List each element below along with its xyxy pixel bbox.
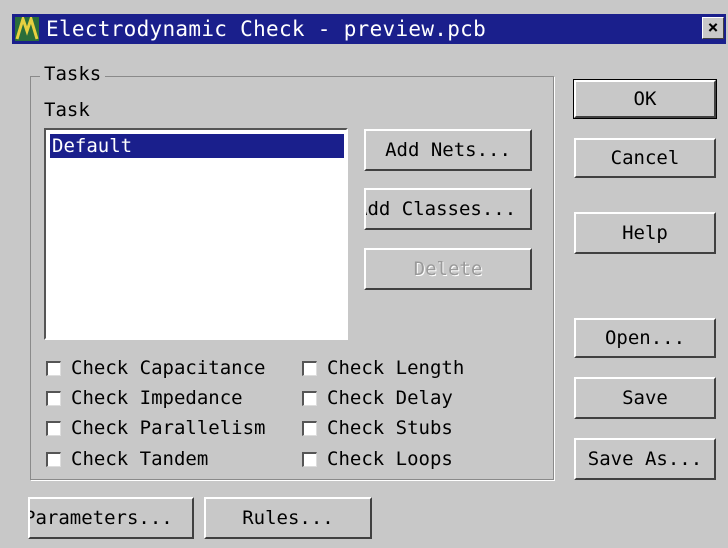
task-listbox[interactable]: Default: [44, 128, 348, 340]
check-stubs-label: Check Stubs: [327, 417, 453, 439]
rules-label: Rules...: [242, 507, 334, 529]
check-stubs-checkbox[interactable]: Check Stubs: [302, 415, 453, 441]
check-loops-label: Check Loops: [327, 448, 453, 470]
app-icon: [14, 16, 40, 42]
checkbox-box[interactable]: [302, 360, 317, 376]
check-capacitance-checkbox[interactable]: Check Capacitance: [46, 355, 285, 381]
cancel-label: Cancel: [610, 147, 680, 169]
close-button[interactable]: ×: [702, 17, 724, 39]
check-tandem-checkbox[interactable]: Check Tandem: [46, 446, 208, 472]
open-label: Open...: [604, 327, 686, 349]
check-delay-checkbox[interactable]: Check Delay: [302, 385, 453, 411]
add-nets-button[interactable]: Add Nets...: [364, 129, 532, 171]
check-length-checkbox[interactable]: Check Length: [302, 355, 464, 381]
help-label: Help: [622, 222, 668, 244]
parameters-button[interactable]: Parameters...: [28, 497, 194, 539]
add-classes-button[interactable]: Add Classes...: [364, 188, 532, 230]
save-button[interactable]: Save: [574, 377, 716, 419]
cancel-button[interactable]: Cancel: [574, 138, 716, 178]
task-label: Task: [44, 99, 90, 121]
check-loops-checkbox[interactable]: Check Loops: [302, 446, 453, 472]
check-impedance-checkbox[interactable]: Check Impedance: [46, 385, 243, 411]
add-nets-label: Add Nets...: [385, 139, 511, 161]
checkbox-box[interactable]: [302, 420, 317, 436]
open-button[interactable]: Open...: [574, 318, 716, 358]
delete-label: Delete: [413, 258, 483, 280]
check-tandem-label: Check Tandem: [71, 448, 209, 470]
checkbox-box[interactable]: [46, 420, 61, 436]
add-classes-label: Add Classes...: [364, 198, 517, 220]
check-delay-label: Check Delay: [327, 387, 453, 409]
checkbox-box[interactable]: [46, 360, 61, 376]
check-impedance-label: Check Impedance: [71, 387, 243, 409]
check-parallelism-label: Check Parallelism: [71, 417, 266, 439]
check-parallelism-checkbox[interactable]: Check Parallelism: [46, 415, 285, 441]
ok-label: OK: [633, 88, 657, 110]
checkbox-box[interactable]: [46, 390, 61, 406]
save-as-button[interactable]: Save As...: [574, 438, 716, 480]
save-label: Save: [622, 387, 668, 409]
rules-button[interactable]: Rules...: [204, 497, 372, 539]
delete-button[interactable]: Delete: [364, 248, 532, 290]
checkbox-box[interactable]: [302, 451, 317, 467]
checkbox-box[interactable]: [46, 451, 61, 467]
help-button[interactable]: Help: [574, 212, 716, 254]
list-item[interactable]: Default: [50, 134, 344, 158]
tasks-group-legend: Tasks: [40, 63, 106, 85]
checkbox-box[interactable]: [302, 390, 317, 406]
save-as-label: Save As...: [587, 448, 703, 470]
window-title: Electrodynamic Check - preview.pcb: [46, 17, 487, 41]
title-bar: Electrodynamic Check - preview.pcb ×: [12, 14, 726, 44]
check-capacitance-label: Check Capacitance: [71, 357, 266, 379]
ok-button[interactable]: OK: [573, 79, 717, 119]
parameters-label: Parameters...: [28, 507, 173, 529]
check-length-label: Check Length: [327, 357, 465, 379]
